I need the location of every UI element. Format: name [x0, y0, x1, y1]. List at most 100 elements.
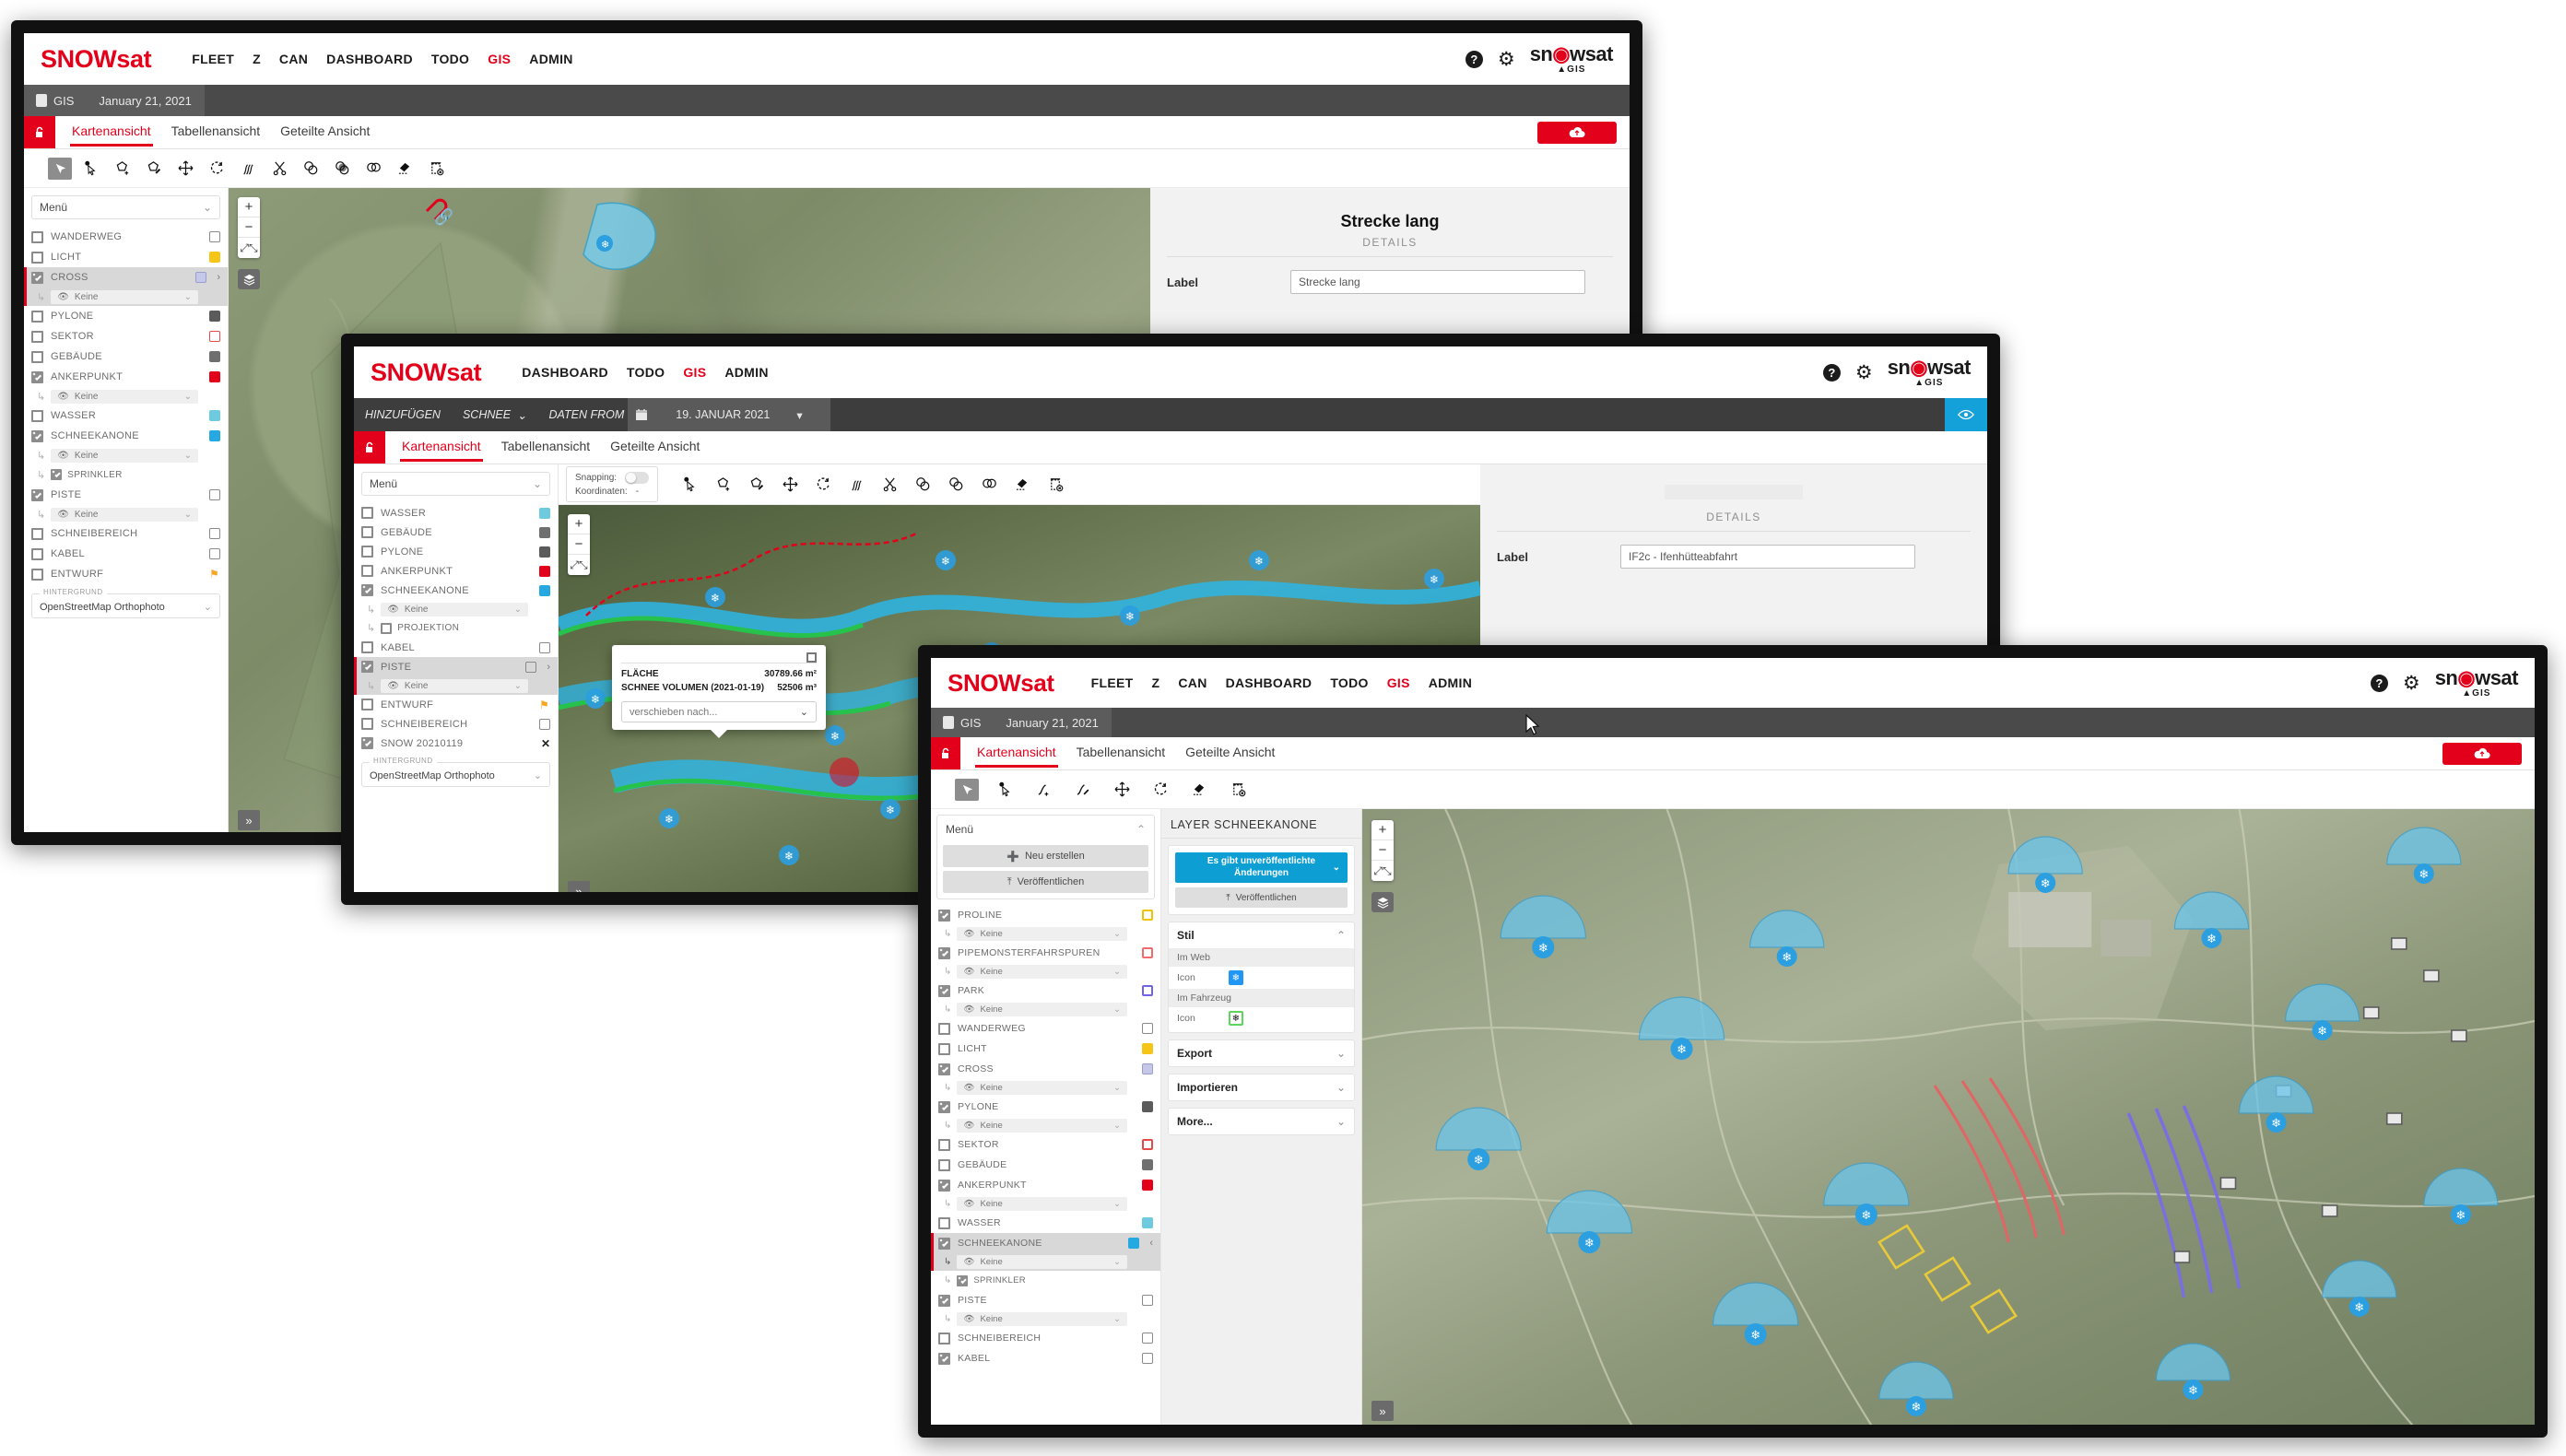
cloud-upload-button[interactable]: [2442, 742, 2522, 765]
nav-item-fleet[interactable]: FLEET: [192, 52, 234, 66]
nav-item-can[interactable]: CAN: [1178, 675, 1206, 690]
layer-row-entwurf[interactable]: ENTWURF ⚑: [354, 695, 558, 714]
layer-row-ankerpunkt[interactable]: ANKERPUNKT: [354, 561, 558, 581]
layer-style-select[interactable]: 👁 Keine ⌄: [957, 1003, 1127, 1016]
snapping-toggle[interactable]: [625, 472, 650, 484]
tool-draw-polygon-icon[interactable]: [712, 474, 736, 496]
layer-checkbox[interactable]: [31, 330, 43, 343]
tool-rotate-icon[interactable]: [205, 158, 229, 180]
layer-swatch[interactable]: [1142, 1023, 1153, 1034]
layer-subrow-projektion[interactable]: ↳ PROJEKTION: [354, 618, 558, 638]
tab-kartenansicht[interactable]: Kartenansicht: [400, 433, 483, 462]
layer-checkbox[interactable]: [51, 469, 63, 480]
w2-menu-select[interactable]: Menü ⌄: [361, 472, 550, 496]
gear-icon[interactable]: ⚙: [2403, 674, 2420, 693]
accordion-more[interactable]: More... ⌄: [1168, 1108, 1355, 1135]
layer-row-cross[interactable]: CROSS: [931, 1059, 1160, 1079]
nav-item-z[interactable]: Z: [253, 52, 261, 66]
map-expand-button[interactable]: »: [1371, 1401, 1394, 1421]
layer-row-park[interactable]: PARK: [931, 980, 1160, 1001]
tool-difference-icon[interactable]: [977, 474, 1001, 496]
help-icon[interactable]: ?: [2370, 674, 2388, 692]
snowflake-icon[interactable]: ❄: [1228, 1011, 1243, 1026]
tool-intersect-icon[interactable]: [330, 158, 354, 180]
layer-style-select[interactable]: 👁 Keine ⌄: [381, 678, 528, 693]
layer-checkbox[interactable]: [31, 350, 43, 363]
layer-subrow-sprinkler[interactable]: ↳ SPRINKLER: [24, 464, 228, 485]
layer-swatch[interactable]: [1142, 910, 1153, 921]
style-vehicle-icon-row[interactable]: Icon ❄: [1169, 1007, 1354, 1032]
tool-delete-icon[interactable]: [424, 158, 448, 180]
layer-swatch[interactable]: [209, 331, 220, 342]
zoom-out-button[interactable]: −: [238, 217, 260, 238]
fit-extent-button[interactable]: ⤢⤡: [1371, 861, 1394, 881]
brand-logo[interactable]: SNOWsat: [41, 45, 152, 74]
layer-row-kabel[interactable]: KABEL: [931, 1348, 1160, 1368]
lock-open-icon[interactable]: [354, 431, 385, 464]
layer-subrow-piste[interactable]: ↳ 👁 Keine ⌄: [931, 1310, 1160, 1328]
brand-logo[interactable]: SNOWsat: [948, 669, 1054, 698]
nav-item-todo[interactable]: TODO: [1330, 675, 1368, 690]
layer-checkbox[interactable]: [361, 565, 373, 577]
w1-context-date[interactable]: January 21, 2021: [86, 85, 205, 116]
layer-subrow-ankerpunkt[interactable]: ↳ 👁 Keine ⌄: [931, 1195, 1160, 1213]
accordion-stil-header[interactable]: Stil ⌃: [1169, 922, 1354, 948]
nav-item-admin[interactable]: ADMIN: [724, 365, 768, 380]
layer-row-ankerpunkt[interactable]: ANKERPUNKT: [931, 1175, 1160, 1195]
popup-checkbox[interactable]: [806, 652, 817, 663]
layer-row-schneibereich[interactable]: SCHNEIBEREICH: [931, 1328, 1160, 1348]
w1-map-zoom-controls[interactable]: + − ⤢⤡: [238, 197, 260, 258]
layer-style-select[interactable]: 👁 Keine ⌄: [957, 1197, 1127, 1211]
w3-new-button[interactable]: ➕ Neu erstellen: [943, 845, 1148, 867]
layer-swatch[interactable]: [1142, 1139, 1153, 1150]
layer-row-licht[interactable]: LICHT: [931, 1039, 1160, 1059]
w2-layer-sidebar[interactable]: Menü ⌄ WASSER GEBÄUDE PYLONE ANKERPUNKT …: [354, 464, 559, 892]
layer-checkbox[interactable]: [31, 527, 43, 540]
tool-union-icon[interactable]: [299, 158, 323, 180]
w3-context-date[interactable]: January 21, 2021: [993, 708, 1112, 737]
tab-kartenansicht[interactable]: Kartenansicht: [70, 118, 153, 147]
layer-row-pylone[interactable]: PYLONE: [354, 542, 558, 561]
layer-style-select[interactable]: 👁 Keine ⌄: [51, 389, 198, 404]
w3-context-app[interactable]: GIS: [931, 708, 994, 737]
style-web-icon-row[interactable]: Icon ❄: [1169, 967, 1354, 989]
help-icon[interactable]: ?: [1465, 50, 1483, 68]
layer-subrow-proline[interactable]: ↳ 👁 Keine ⌄: [931, 925, 1160, 943]
w1-menu-select[interactable]: Menü ⌄: [31, 195, 220, 219]
layer-checkbox[interactable]: [31, 271, 43, 284]
layer-row-schneekanone[interactable]: SCHNEEKANONE ‹: [931, 1233, 1160, 1253]
nav-item-z[interactable]: Z: [1152, 675, 1160, 690]
window-gis-schneekanone[interactable]: SNOWsat FLEET Z CAN DASHBOARD TODO GIS A…: [918, 645, 2548, 1438]
layer-swatch[interactable]: [1142, 1217, 1153, 1228]
flag-icon[interactable]: ⚑: [209, 569, 220, 580]
layer-collapse-chevron-icon[interactable]: ‹: [1149, 1238, 1153, 1249]
layer-swatch[interactable]: [539, 565, 550, 577]
tool-difference-icon[interactable]: [361, 158, 385, 180]
layer-checkbox[interactable]: [361, 507, 373, 519]
layer-swatch[interactable]: [209, 371, 220, 382]
layer-checkbox[interactable]: [938, 1237, 950, 1250]
layer-checkbox[interactable]: [938, 1138, 950, 1151]
tool-move-icon[interactable]: [1110, 779, 1134, 801]
layer-checkbox[interactable]: [938, 1352, 950, 1365]
layer-row-wanderweg[interactable]: WANDERWEG: [24, 227, 228, 247]
fit-extent-button[interactable]: ⤢⤡: [238, 238, 260, 258]
layer-row-gebaeude[interactable]: GEBÄUDE: [24, 346, 228, 367]
nav-item-gis[interactable]: GIS: [683, 365, 706, 380]
tool-info-select-icon[interactable]: [678, 474, 702, 496]
layer-row-piste[interactable]: PISTE: [931, 1290, 1160, 1310]
layer-checkbox[interactable]: [31, 547, 43, 560]
layer-swatch[interactable]: [1142, 1159, 1153, 1170]
popup-move-to-select[interactable]: verschieben nach... ⌄: [621, 701, 817, 722]
tool-move-icon[interactable]: [778, 474, 802, 496]
layer-style-select[interactable]: 👁 Keine ⌄: [51, 289, 198, 304]
layer-checkbox[interactable]: [361, 699, 373, 710]
tool-move-icon[interactable]: [173, 158, 197, 180]
zoom-out-button[interactable]: −: [568, 534, 590, 555]
layer-checkbox[interactable]: [938, 1216, 950, 1229]
layer-row-licht[interactable]: LICHT: [24, 247, 228, 267]
layer-checkbox[interactable]: [31, 488, 43, 501]
map-expand-button[interactable]: »: [568, 881, 590, 892]
close-icon[interactable]: ✕: [541, 738, 550, 749]
layer-checkbox[interactable]: [31, 370, 43, 383]
